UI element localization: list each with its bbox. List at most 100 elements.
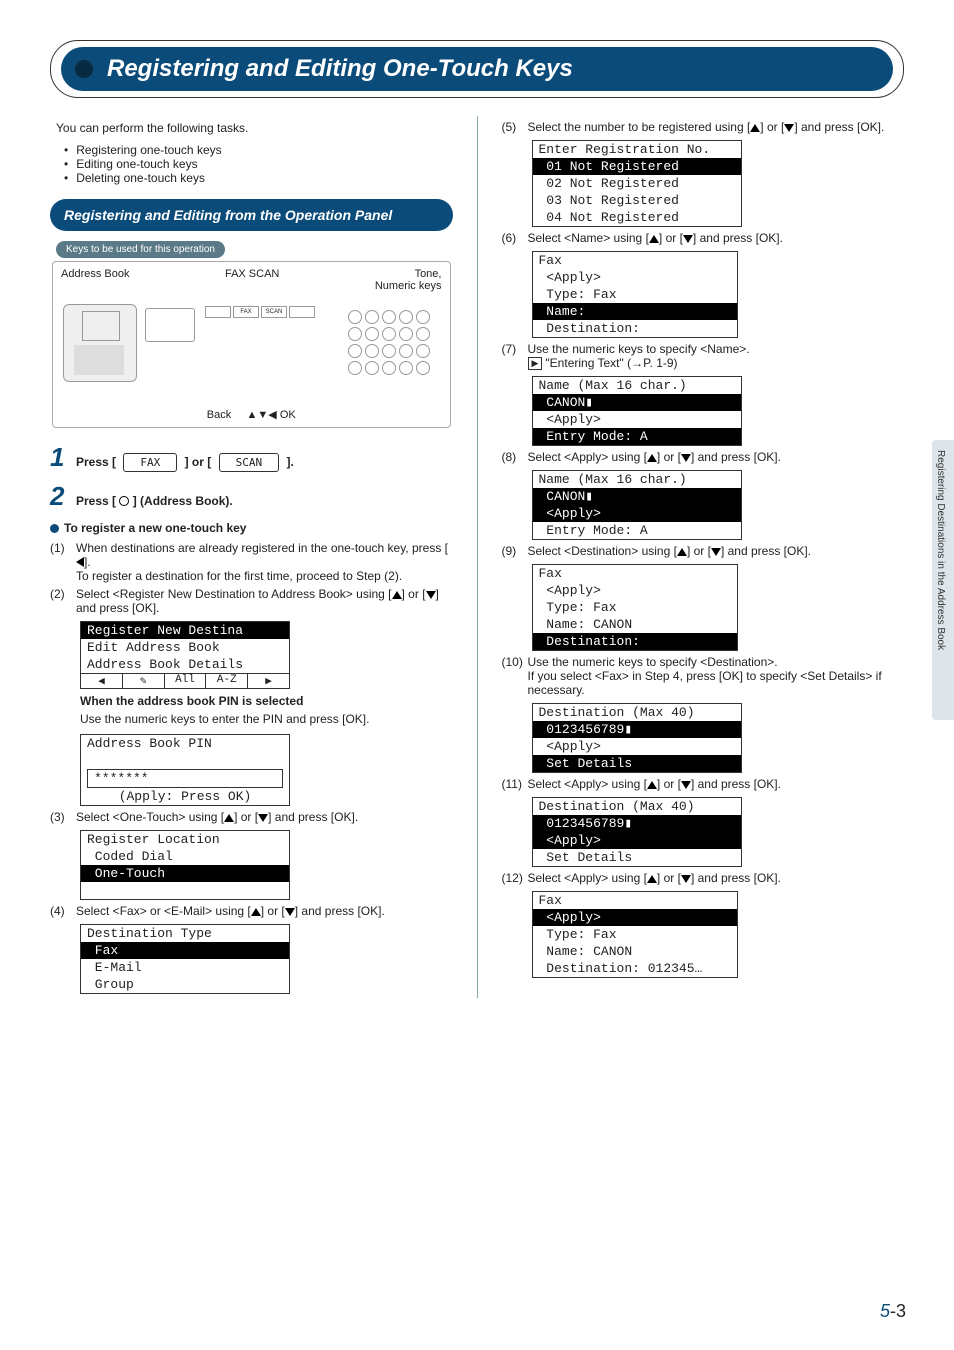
fax-key-icon: FAX [123,453,177,472]
substep-9-c: ] and press [OK]. [721,544,811,558]
bullet-icon [50,524,59,533]
up-arrow-icon [647,454,657,462]
lcd-line: 02 Not Registered [533,175,741,192]
lcd-register-new: Register New Destina Edit Address Book A… [80,621,290,689]
lcd-destination-type: Destination Type Fax E-Mail Group [80,924,290,994]
column-divider [477,116,478,998]
step-number: 1 [50,442,76,473]
lcd-line: Type: Fax [533,599,737,616]
side-thumb-tab: Registering Destinations in the Address … [932,440,954,720]
numeric-keypad-icon [348,310,430,375]
substep-11-c: ] and press [OK]. [691,777,781,791]
lcd-line: One-Touch [81,865,289,882]
substep-number: (8) [502,450,528,464]
substep-5-b: ] or [ [760,120,784,134]
panel-label-address-book: Address Book [61,268,129,292]
lcd-line: 03 Not Registered [533,192,741,209]
substep-11: (11) Select <Apply> using [] or [] and p… [502,777,905,791]
lcd-input: ******* [87,769,283,788]
bullet-dot-icon: • [64,171,68,185]
onetouch-panel-icon [63,304,137,382]
substep-7-line1: Use the numeric keys to specify <Name>. [528,342,750,356]
task-item: Editing one-touch keys [76,157,197,171]
lcd-line: E-Mail [81,959,289,976]
lcd-line: Fax [533,252,737,269]
down-arrow-icon [711,548,721,556]
panel-label-tone-keys: Tone, Numeric keys [375,268,442,292]
lcd-registration-no: Enter Registration No. 01 Not Registered… [532,140,742,227]
up-arrow-icon [251,908,261,916]
substep-number: (4) [50,904,76,918]
substep-2: (2) Select <Register New Destination to … [50,587,453,615]
substep-4-a: Select <Fax> or <E-Mail> using [ [76,904,251,918]
lcd-line: Type: Fax [533,286,737,303]
lcd-line: Fax [81,942,289,959]
substep-1-line2: To register a destination for the first … [76,569,402,583]
lcd-fax-name-select: Fax <Apply> Type: Fax Name: Destination: [532,251,738,338]
pin-heading-text: When the address book PIN is selected [80,694,303,708]
step-number: 2 [50,481,76,512]
down-arrow-icon [683,235,693,243]
lcd-line: <Apply> [533,738,741,755]
lcd-line: 01 Not Registered [533,158,741,175]
lcd-line: <Apply> [533,411,741,428]
step-1-text-mid: ] or [ [185,455,212,469]
substep-8-b: ] or [ [657,450,681,464]
register-new-heading: To register a new one-touch key [50,520,453,537]
panel-label-ok: ▲▼◀ OK [247,409,296,421]
down-arrow-icon [285,908,295,916]
substep-2-text-b: ] or [ [402,587,426,601]
lcd-line [81,752,289,769]
side-tab-text: Registering Destinations in the Address … [935,450,946,650]
lcd-name-apply: Name (Max 16 char.) CANON▮ <Apply> Entry… [532,470,742,540]
lcd-line: Set Details [533,849,741,866]
substep-8-a: Select <Apply> using [ [528,450,647,464]
substep-4: (4) Select <Fax> or <E-Mail> using [ ] or… [50,904,453,918]
lcd-line: Register New Destina [81,622,289,639]
down-arrow-icon [784,124,794,132]
intro-text: You can perform the following tasks. [56,120,453,137]
substep-number: (7) [502,342,528,370]
task-item: Deleting one-touch keys [76,171,205,185]
lcd-tab: ▶ [248,674,289,688]
lcd-line: Entry Mode: A [533,522,741,539]
lcd-line: 04 Not Registered [533,209,741,226]
down-arrow-icon [426,591,436,599]
scan-key-icon: SCAN [219,453,280,472]
substep-8: (8) Select <Apply> using [ ] or [ ] and pr… [502,450,905,464]
left-column: You can perform the following tasks. • Re… [50,116,453,998]
down-arrow-icon [258,814,268,822]
substep-12-c: ] and press [OK]. [691,871,781,885]
pin-text: Use the numeric keys to enter the PIN an… [80,711,453,728]
lcd-line: 0123456789▮ [533,721,741,738]
up-arrow-icon [649,235,659,243]
substep-5-c: ] and press [OK]. [794,120,884,134]
bullet-dot-icon: • [64,157,68,171]
substep-10-line2: If you select <Fax> in Step 4, press [OK… [528,669,882,697]
lcd-line: Coded Dial [81,848,289,865]
substep-7-line2: "Entering Text" (→P. 1-9) [545,356,677,370]
substep-number: (1) [50,541,76,583]
page-sub-number: -3 [890,1301,906,1321]
lcd-line: Fax [533,565,737,582]
step-2-text-b: ] (Address Book). [133,494,233,508]
lcd-line: CANON▮ [533,488,741,505]
substep-number: (5) [502,120,528,134]
lcd-line: CANON▮ [533,394,741,411]
lcd-destination-apply: Destination (Max 40) 0123456789▮ <Apply>… [532,797,742,867]
substep-4-b: ] or [ [261,904,285,918]
substep-11-a: Select <Apply> using [ [528,777,647,791]
step-1-text-pre: Press [ [76,455,116,469]
mode-buttons-icon: FAXSCAN [205,306,315,318]
substep-9-b: ] or [ [687,544,711,558]
substep-8-c: ] and press [OK]. [691,450,781,464]
substep-1-line1b: ]. [84,555,91,569]
substep-number: (9) [502,544,528,558]
lcd-tab-row: ◀ ✎ All A-Z ▶ [81,673,289,688]
lcd-line: Destination (Max 40) [533,798,741,815]
substep-9: (9) Select <Destination> using [] or [] … [502,544,905,558]
substep-3: (3) Select <One-Touch> using [] or [] an… [50,810,453,824]
lcd-fax-final: Fax <Apply> Type: Fax Name: CANON Destin… [532,891,738,978]
step-2-text-a: Press [ [76,494,116,508]
lcd-line: Enter Registration No. [533,141,741,158]
